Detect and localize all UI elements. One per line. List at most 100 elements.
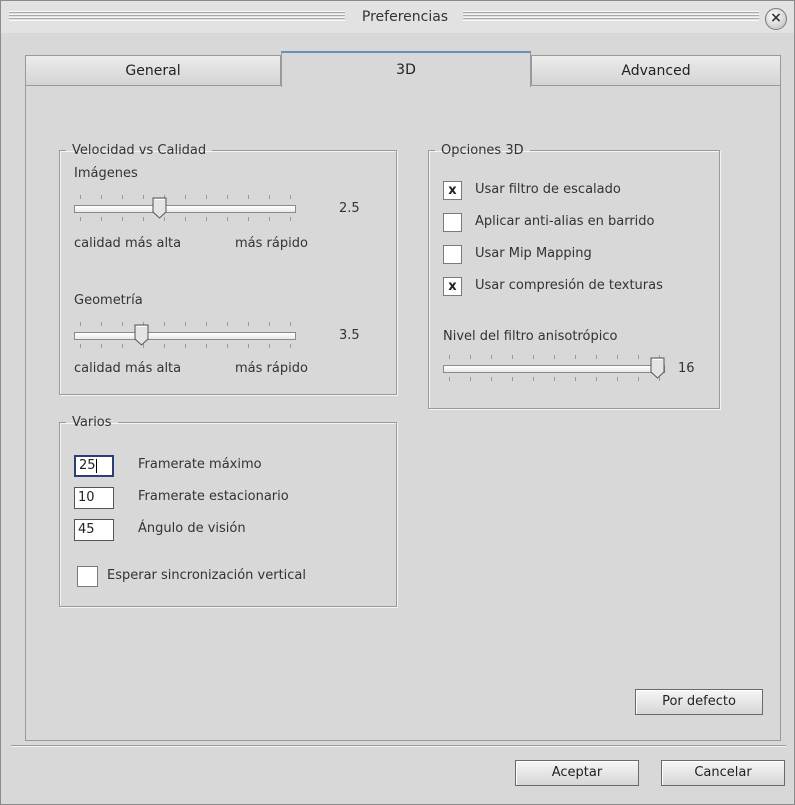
- slider-tick: [206, 217, 207, 221]
- bottom-separator: [11, 745, 786, 747]
- text-caret: [95, 458, 97, 473]
- view-angle-input[interactable]: 45: [74, 519, 114, 541]
- tab-advanced[interactable]: Advanced: [531, 55, 781, 85]
- slider-tick: [248, 195, 249, 199]
- slider-tick: [80, 217, 81, 221]
- slider-tick: [491, 377, 492, 381]
- checkbox-texture-compression[interactable]: x: [443, 277, 462, 296]
- slider-tick: [290, 195, 291, 199]
- tab-general[interactable]: General: [25, 55, 281, 85]
- slider-tick: [206, 195, 207, 199]
- slider-tick: [575, 377, 576, 381]
- slider-tick: [164, 344, 165, 348]
- slider-tick: [470, 377, 471, 381]
- geometry-label: Geometría: [74, 293, 143, 308]
- tab-3d[interactable]: 3D: [281, 51, 531, 87]
- slider-tick: [122, 322, 123, 326]
- slider-tick: [512, 377, 513, 381]
- slider-tick: [101, 217, 102, 221]
- title-stripes-left: [9, 11, 345, 21]
- defaults-button[interactable]: Por defecto: [635, 689, 763, 715]
- max-framerate-value: 25: [79, 458, 96, 473]
- slider-tick: [617, 377, 618, 381]
- images-min-label: calidad más alta: [74, 236, 182, 251]
- slider-tick: [101, 195, 102, 199]
- checkbox-anti-alias[interactable]: [443, 213, 462, 232]
- geometry-slider-ticks-top: [80, 322, 291, 326]
- slider-tick: [101, 322, 102, 326]
- checkbox-mip-mapping[interactable]: [443, 245, 462, 264]
- window-title: Preferencias: [361, 9, 449, 25]
- slider-tick: [533, 377, 534, 381]
- geometry-slider-track: [74, 332, 296, 340]
- images-slider-thumb[interactable]: [152, 197, 167, 219]
- slider-tick: [227, 195, 228, 199]
- checkbox-texture-compression-label: Usar compresión de texturas: [475, 278, 663, 293]
- slider-tick: [122, 195, 123, 199]
- speed-quality-legend: Velocidad vs Calidad: [72, 143, 207, 158]
- cancel-button[interactable]: Cancelar: [661, 760, 785, 786]
- slider-tick: [164, 322, 165, 326]
- slider-tick: [449, 377, 450, 381]
- images-slider[interactable]: [74, 195, 296, 223]
- slider-tick: [227, 322, 228, 326]
- vsync-checkbox[interactable]: [77, 566, 98, 587]
- aniso-slider-ticks-top: [449, 355, 660, 359]
- aniso-slider-ticks-bottom: [449, 377, 660, 381]
- misc-legend: Varios: [72, 415, 112, 430]
- checkbox-anti-alias-label: Aplicar anti-alias en barrido: [475, 214, 655, 229]
- slider-tick: [80, 322, 81, 326]
- slider-tick: [80, 344, 81, 348]
- title-bar[interactable]: Preferencias ×: [1, 1, 794, 33]
- slider-tick: [449, 355, 450, 359]
- title-stripes-right: [463, 11, 759, 21]
- checkbox-scaling-filter[interactable]: x: [443, 181, 462, 200]
- images-slider-ticks-top: [80, 195, 291, 199]
- slider-tick: [575, 355, 576, 359]
- slider-tick: [80, 195, 81, 199]
- slider-tick: [206, 344, 207, 348]
- max-framerate-input[interactable]: 25: [74, 455, 114, 477]
- slider-tick: [554, 377, 555, 381]
- slider-tick: [512, 355, 513, 359]
- geometry-max-label: más rápido: [235, 361, 308, 376]
- slider-tick: [269, 195, 270, 199]
- slider-tick: [470, 355, 471, 359]
- accept-button[interactable]: Aceptar: [515, 760, 639, 786]
- slider-tick: [185, 322, 186, 326]
- idle-framerate-input[interactable]: 10: [74, 487, 114, 509]
- slider-tick: [122, 344, 123, 348]
- slider-tick: [269, 344, 270, 348]
- slider-tick: [491, 355, 492, 359]
- slider-tick: [206, 322, 207, 326]
- slider-tick: [638, 355, 639, 359]
- images-label: Imágenes: [74, 166, 138, 181]
- slider-tick: [122, 217, 123, 221]
- aniso-slider-thumb[interactable]: [650, 357, 665, 379]
- options-3d-legend: Opciones 3D: [441, 143, 524, 158]
- close-icon[interactable]: ×: [765, 8, 787, 30]
- images-slider-ticks-bottom: [80, 217, 291, 221]
- geometry-value: 3.5: [339, 328, 360, 343]
- slider-tick: [101, 344, 102, 348]
- slider-tick: [290, 322, 291, 326]
- slider-tick: [227, 344, 228, 348]
- images-value: 2.5: [339, 201, 360, 216]
- idle-framerate-label: Framerate estacionario: [138, 489, 289, 504]
- checkbox-mip-mapping-label: Usar Mip Mapping: [475, 246, 592, 261]
- slider-tick: [248, 322, 249, 326]
- slider-tick: [248, 344, 249, 348]
- aniso-slider[interactable]: [443, 355, 665, 383]
- slider-tick: [617, 355, 618, 359]
- slider-tick: [596, 377, 597, 381]
- view-angle-label: Ángulo de visión: [138, 521, 246, 536]
- slider-tick: [185, 217, 186, 221]
- slider-tick: [143, 195, 144, 199]
- max-framerate-label: Framerate máximo: [138, 457, 262, 472]
- geometry-slider-thumb[interactable]: [134, 324, 149, 346]
- geometry-slider[interactable]: [74, 322, 296, 350]
- geometry-slider-ticks-bottom: [80, 344, 291, 348]
- preferences-window: Preferencias × General 3D Advanced Veloc…: [0, 0, 795, 805]
- slider-tick: [596, 355, 597, 359]
- slider-tick: [269, 217, 270, 221]
